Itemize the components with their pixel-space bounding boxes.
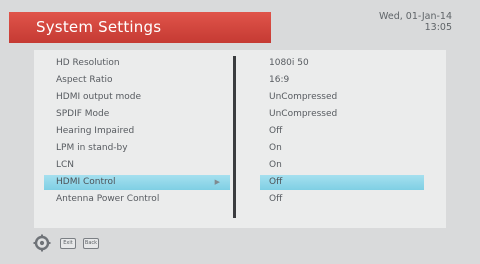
back-key[interactable]: Back: [83, 238, 99, 249]
setting-value: On: [269, 160, 282, 170]
setting-value: Off: [269, 194, 283, 204]
setting-value: 1080i 50: [269, 58, 309, 68]
setting-row-hdmi-control[interactable]: HDMI Control ▶: [44, 175, 230, 190]
setting-row-hearing-impaired[interactable]: Hearing Impaired: [56, 124, 218, 139]
setting-label: HD Resolution: [56, 58, 120, 68]
exit-key[interactable]: Exit: [60, 238, 76, 249]
setting-label: Hearing Impaired: [56, 126, 135, 136]
setting-value: Off: [269, 177, 283, 187]
setting-value: UnCompressed: [269, 92, 338, 102]
setting-row-antenna-power-control[interactable]: Antenna Power Control: [56, 192, 218, 207]
setting-label: LCN: [56, 160, 75, 170]
setting-value-lpm-standby[interactable]: On: [260, 141, 424, 156]
setting-label: LPM in stand-by: [56, 143, 128, 153]
column-divider: [233, 56, 236, 218]
setting-label: Antenna Power Control: [56, 194, 160, 204]
setting-row-lcn[interactable]: LCN: [56, 158, 218, 173]
setting-row-lpm-standby[interactable]: LPM in stand-by: [56, 141, 218, 156]
datetime: Wed, 01-Jan-14 13:05: [379, 11, 452, 33]
setting-label: HDMI Control: [56, 177, 116, 187]
setting-value-hd-resolution[interactable]: 1080i 50: [260, 56, 424, 71]
setting-value: Off: [269, 126, 283, 136]
setting-value-aspect-ratio[interactable]: 16:9: [260, 73, 424, 88]
setting-value-hdmi-control[interactable]: Off: [260, 175, 424, 190]
setting-label: HDMI output mode: [56, 92, 142, 102]
setting-value-antenna-power-control[interactable]: Off: [260, 192, 424, 207]
setting-value: 16:9: [269, 75, 290, 85]
setting-row-aspect-ratio[interactable]: Aspect Ratio: [56, 73, 218, 88]
setting-value-hdmi-output-mode[interactable]: UnCompressed: [260, 90, 424, 105]
setting-row-hdmi-output-mode[interactable]: HDMI output mode: [56, 90, 218, 105]
gear-icon[interactable]: [33, 234, 51, 252]
setting-row-hd-resolution[interactable]: HD Resolution: [56, 56, 218, 71]
setting-value-lcn[interactable]: On: [260, 158, 424, 173]
date-text: Wed, 01-Jan-14: [379, 11, 452, 22]
setting-value: On: [269, 143, 282, 153]
title-bar: System Settings: [9, 12, 271, 43]
setting-value: UnCompressed: [269, 109, 338, 119]
setting-label: Aspect Ratio: [56, 75, 113, 85]
time-text: 13:05: [424, 22, 452, 33]
setting-row-spdif-mode[interactable]: SPDIF Mode: [56, 107, 218, 122]
chevron-right-icon: ▶: [214, 178, 220, 186]
setting-value-hearing-impaired[interactable]: Off: [260, 124, 424, 139]
setting-value-spdif-mode[interactable]: UnCompressed: [260, 107, 424, 122]
page-title: System Settings: [36, 18, 162, 36]
setting-label: SPDIF Mode: [56, 109, 110, 119]
